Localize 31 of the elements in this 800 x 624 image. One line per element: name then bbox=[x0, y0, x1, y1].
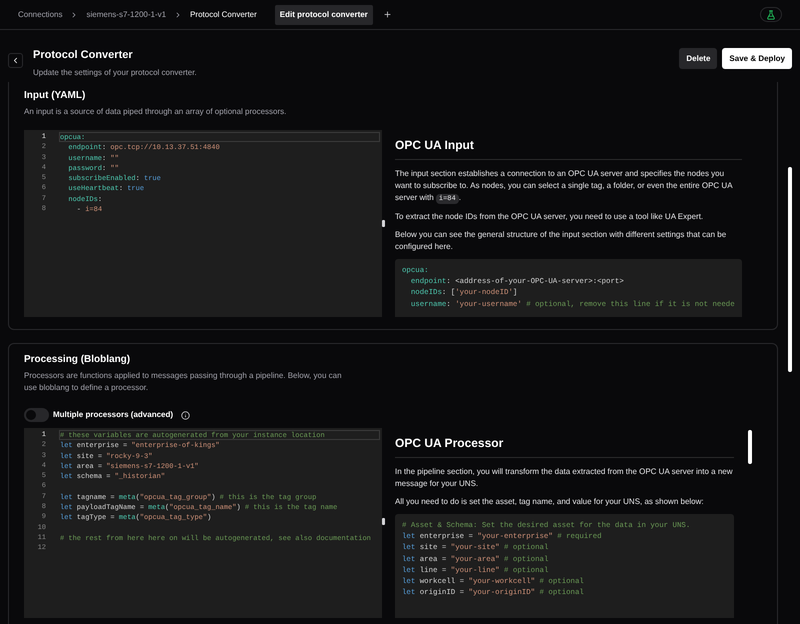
scrollbar-thumb[interactable] bbox=[748, 430, 752, 464]
docs-heading: OPC UA Processor bbox=[395, 434, 734, 458]
toggle-switch[interactable] bbox=[24, 408, 49, 422]
docs-paragraph: In the pipeline section, you will transform the data extracted from the OPC UA server into a new message for your UNS. bbox=[395, 466, 734, 490]
back-button[interactable] bbox=[8, 53, 23, 68]
page-subtitle: Update the settings of your protocol converter. bbox=[33, 67, 198, 79]
page-title: Protocol Converter bbox=[33, 48, 134, 62]
section-title: Input (YAML) bbox=[24, 89, 86, 103]
save-deploy-button[interactable]: Save & Deploy bbox=[722, 48, 792, 69]
section-description: Processors are functions applied to messages passing through a pipeline. Below, you can use bloblang to define a processor. bbox=[24, 370, 343, 394]
toggle-label: Multiple processors (advanced) bbox=[53, 409, 174, 421]
code-editor[interactable] bbox=[24, 428, 382, 618]
resize-handle-icon[interactable] bbox=[382, 518, 385, 525]
flask-icon bbox=[766, 10, 776, 20]
tab[interactable]: Edit protocol converter bbox=[274, 4, 373, 24]
section-description: An input is a source of data piped through an array of optional processors. bbox=[24, 106, 288, 118]
breadcrumb-link[interactable]: Protocol Converter bbox=[190, 8, 257, 20]
breadcrumb-link[interactable]: siemens-s7-1200-1-v1 bbox=[86, 8, 166, 20]
docs-paragraph: Below you can see the general structure of the input section with different settings that can be configured here. bbox=[395, 229, 728, 253]
info-icon[interactable] bbox=[181, 410, 190, 420]
breadcrumb-link[interactable]: Connections bbox=[18, 8, 62, 20]
docs-paragraph: All you need to do is set the asset, tag name, and value for your UNS, as shown below: bbox=[395, 496, 705, 508]
docs-paragraph: To extract the node IDs from the OPC UA server, you need to use a tool like UA Expert. bbox=[395, 211, 704, 223]
add-icon[interactable] bbox=[382, 10, 392, 19]
flask-button[interactable] bbox=[760, 7, 782, 22]
section-title: Processing (Bloblang) bbox=[24, 353, 132, 367]
back-icon bbox=[11, 56, 20, 65]
docs-heading: OPC UA Input bbox=[395, 136, 742, 160]
resize-handle-icon[interactable] bbox=[382, 220, 385, 227]
page-scrollbar-thumb[interactable] bbox=[788, 167, 792, 372]
delete-button[interactable]: Delete bbox=[679, 48, 718, 69]
